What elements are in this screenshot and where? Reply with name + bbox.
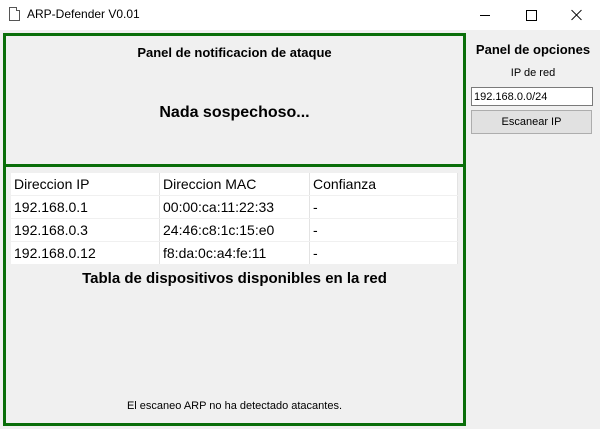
window-client-area: Panel de notificacion de ataque Nada sos… [0, 30, 600, 429]
title-bar: ARP-Defender V0.01 [0, 0, 600, 30]
cell-confidence: - [309, 195, 458, 219]
cell-confidence: - [309, 218, 458, 242]
cell-mac: 24:46:c8:1c:15:e0 [159, 218, 310, 242]
minimize-button[interactable] [462, 0, 508, 30]
cell-ip: 192.168.0.1 [11, 195, 160, 219]
column-header-ip[interactable]: Direccion IP [11, 173, 160, 196]
table-header-row: Direccion IP Direccion MAC Confianza [11, 173, 458, 196]
cell-mac: f8:da:0c:a4:fe:11 [159, 241, 310, 265]
table-row[interactable]: 192.168.0.12 f8:da:0c:a4:fe:11 - [11, 241, 458, 265]
close-button[interactable] [554, 0, 600, 30]
cell-confidence: - [309, 241, 458, 265]
cell-ip: 192.168.0.3 [11, 218, 160, 242]
maximize-icon [525, 9, 537, 21]
window-title: ARP-Defender V0.01 [27, 7, 140, 21]
table-row[interactable]: 192.168.0.3 24:46:c8:1c:15:e0 - [11, 218, 458, 242]
scan-ip-button[interactable]: Escanear IP [471, 110, 592, 134]
device-table-caption: Tabla de dispositivos disponibles en la … [82, 270, 387, 287]
scan-status-text: El escaneo ARP no ha detectado atacantes… [126, 400, 343, 412]
device-table: Direccion IP Direccion MAC Confianza 192… [11, 173, 458, 265]
panel-divider [6, 164, 463, 167]
close-icon [571, 9, 583, 21]
table-row[interactable]: 192.168.0.1 00:00:ca:11:22:33 - [11, 195, 458, 219]
column-header-mac[interactable]: Direccion MAC [159, 173, 310, 196]
options-panel-title: Panel de opciones [475, 42, 591, 57]
notification-panel-title: Panel de notificacion de ataque [137, 45, 332, 60]
cell-mac: 00:00:ca:11:22:33 [159, 195, 310, 219]
attack-notification-panel: Panel de notificacion de ataque Nada sos… [6, 36, 463, 164]
cell-ip: 192.168.0.12 [11, 241, 160, 265]
network-ip-input[interactable] [471, 87, 593, 106]
network-ip-label: IP de red [510, 67, 556, 79]
maximize-button[interactable] [508, 0, 554, 30]
main-frame: Panel de notificacion de ataque Nada sos… [3, 33, 466, 426]
minimize-icon [480, 14, 490, 16]
notification-status: Nada sospechoso... [159, 104, 310, 121]
document-icon [9, 7, 20, 21]
column-header-confidence[interactable]: Confianza [309, 173, 458, 196]
options-panel: Panel de opciones IP de red Escanear IP [466, 30, 600, 429]
